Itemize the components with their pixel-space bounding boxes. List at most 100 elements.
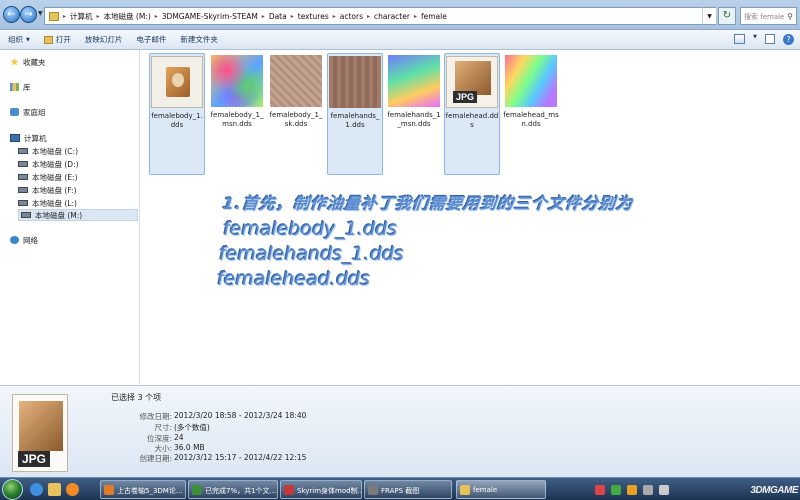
- sidebar-item-homegroup[interactable]: 家庭组: [10, 106, 46, 118]
- chevron-right-icon[interactable]: ▸: [333, 13, 336, 20]
- start-button[interactable]: [2, 479, 23, 500]
- detail-value: 24: [174, 433, 184, 442]
- taskbar-item-female-folder[interactable]: female: [456, 480, 546, 499]
- open-button[interactable]: 打开: [43, 34, 71, 45]
- chevron-right-icon[interactable]: ▸: [97, 13, 100, 20]
- taskbar-item-forum[interactable]: 上古卷轴5_3DM论...: [100, 480, 186, 499]
- chevron-right-icon[interactable]: ▸: [367, 13, 370, 20]
- organize-button[interactable]: 组织 ▼: [8, 34, 30, 45]
- breadcrumb-skyrim[interactable]: 3DMGAME-Skyrim-STEAM: [162, 12, 258, 21]
- breadcrumb-computer[interactable]: 计算机: [70, 11, 93, 22]
- sidebar-item-label: 计算机: [24, 133, 47, 143]
- detail-value: 2012/3/12 15:17 - 2012/4/22 12:15: [174, 453, 307, 462]
- search-icon[interactable]: ⚲: [787, 12, 793, 21]
- tray-app-icon[interactable]: [627, 485, 637, 495]
- chevron-right-icon[interactable]: ▸: [262, 13, 265, 20]
- sidebar-item-favorites[interactable]: 收藏夹: [10, 56, 46, 68]
- new-folder-button[interactable]: 新建文件夹: [180, 34, 218, 45]
- refresh-button[interactable]: ↻: [718, 7, 736, 25]
- sidebar-item-drive-l[interactable]: 本地磁盘 (L:): [18, 197, 77, 209]
- sidebar-item-drive-e[interactable]: 本地磁盘 (E:): [18, 171, 78, 183]
- star-icon: [10, 57, 19, 66]
- taskbar-item-download[interactable]: 已完成7%，共1个文...: [188, 480, 278, 499]
- sidebar-item-drive-c[interactable]: 本地磁盘 (C:): [18, 145, 78, 157]
- overlay-filename-body: femalebody_1.dds: [223, 218, 398, 240]
- file-item-femalehands-1-msn[interactable]: femalehands_1_msn.dds: [386, 53, 442, 175]
- sidebar-item-label: 本地磁盘 (M:): [35, 210, 83, 220]
- breadcrumb-actors[interactable]: actors: [340, 12, 363, 21]
- taskbar: 上古卷轴5_3DM论... 已完成7%，共1个文... Skyrim身体mod制…: [0, 477, 800, 500]
- file-item-femalebody-1[interactable]: femalebody_1.dds: [149, 53, 205, 175]
- taskbar-item-fraps[interactable]: FRAPS 截图: [364, 480, 452, 499]
- open-icon: [43, 35, 53, 44]
- detail-value: 36.0 MB: [174, 443, 205, 452]
- selection-preview: JPG: [12, 394, 68, 472]
- preview-pane-icon[interactable]: [765, 34, 775, 44]
- sidebar-item-label: 本地磁盘 (D:): [32, 159, 79, 169]
- email-button[interactable]: 电子邮件: [136, 34, 166, 45]
- library-icon: [10, 83, 19, 91]
- chevron-right-icon[interactable]: ▸: [414, 13, 417, 20]
- sidebar-item-libraries[interactable]: 库: [10, 81, 31, 93]
- selection-count: 已选择 3 个项: [111, 393, 162, 402]
- sidebar-item-drive-d[interactable]: 本地磁盘 (D:): [18, 158, 79, 170]
- explorer-icon[interactable]: [48, 483, 61, 496]
- help-icon[interactable]: ?: [783, 34, 794, 45]
- breadcrumb-female[interactable]: female: [421, 12, 447, 21]
- image-file-icon: [19, 401, 63, 451]
- file-item-femalehead[interactable]: JPG femalehead.dds: [444, 53, 500, 175]
- chevron-right-icon[interactable]: ▸: [291, 13, 294, 20]
- address-history-chevron-down-icon[interactable]: ▼: [702, 7, 716, 25]
- folder-icon: [49, 11, 59, 21]
- sidebar-item-computer[interactable]: 计算机: [10, 132, 47, 144]
- breadcrumb-character[interactable]: character: [374, 12, 410, 21]
- recent-pages-chevron-down-icon[interactable]: ▼: [38, 10, 43, 17]
- breadcrumb-data[interactable]: Data: [269, 12, 287, 21]
- tray-app-icon[interactable]: [611, 485, 621, 495]
- network-icon: [10, 236, 19, 244]
- sidebar-item-drive-f[interactable]: 本地磁盘 (F:): [18, 184, 77, 196]
- open-label: 打开: [55, 35, 71, 44]
- file-name: femalehead.dds: [445, 112, 499, 129]
- drive-icon: [21, 212, 31, 218]
- chevron-right-icon[interactable]: ▸: [63, 13, 66, 20]
- change-view-icon[interactable]: [734, 34, 746, 44]
- drive-icon: [18, 174, 28, 180]
- file-name: femalebody_1.dds: [151, 112, 203, 129]
- file-list: femalebody_1.dds femalebody_1_msn.dds fe…: [141, 50, 800, 385]
- tray-app-icon[interactable]: [595, 485, 605, 495]
- file-item-femalebody-1-msn[interactable]: femalebody_1_msn.dds: [209, 53, 265, 175]
- view-options-chevron-down-icon[interactable]: ▼: [753, 34, 757, 45]
- network-tray-icon[interactable]: [643, 485, 653, 495]
- sidebar-item-network[interactable]: 网络: [10, 234, 38, 246]
- dds-file-icon: [151, 56, 203, 108]
- sidebar-item-drive-m[interactable]: 本地磁盘 (M:): [18, 209, 138, 221]
- file-name: femalehead_msn.dds: [503, 111, 559, 128]
- file-item-femalebody-1-sk[interactable]: femalebody_1_sk.dds: [268, 53, 324, 175]
- file-name: femalebody_1_sk.dds: [269, 111, 323, 128]
- sidebar-item-label: 库: [23, 82, 31, 92]
- normal-map-thumbnail: [211, 55, 263, 107]
- file-item-femalehead-msn[interactable]: femalehead_msn.dds: [503, 53, 559, 175]
- chevron-right-icon[interactable]: ▸: [155, 13, 158, 20]
- drive-icon: [18, 148, 28, 154]
- search-placeholder: 搜索 female: [744, 13, 785, 21]
- sidebar-item-label: 本地磁盘 (L:): [32, 198, 77, 208]
- search-input[interactable]: 搜索 female ⚲: [740, 7, 797, 25]
- breadcrumb-drive-m[interactable]: 本地磁盘 (M:): [104, 11, 151, 22]
- taskbar-item-skyrim-mod[interactable]: Skyrim身体mod制...: [280, 480, 362, 499]
- address-input[interactable]: ▸ 计算机 ▸ 本地磁盘 (M:) ▸ 3DMGAME-Skyrim-STEAM…: [44, 7, 716, 25]
- normal-map-thumbnail: [388, 55, 440, 107]
- file-name: femalebody_1_msn.dds: [210, 111, 264, 128]
- overlay-instruction: 1.首先，制作油量补丁我们需要用到的三个文件分别为: [221, 194, 635, 213]
- forward-button[interactable]: →: [20, 6, 37, 23]
- slideshow-button[interactable]: 放映幻灯片: [85, 34, 123, 45]
- media-player-icon[interactable]: [66, 483, 79, 496]
- detail-key: 创建日期:: [139, 454, 172, 463]
- back-button[interactable]: ←: [3, 6, 20, 23]
- volume-icon[interactable]: [659, 485, 669, 495]
- internet-explorer-icon[interactable]: [30, 483, 43, 496]
- detail-key: 尺寸:: [154, 423, 172, 432]
- breadcrumb-textures[interactable]: textures: [298, 12, 329, 21]
- file-item-femalehands-1[interactable]: femalehands_1.dds: [327, 53, 383, 175]
